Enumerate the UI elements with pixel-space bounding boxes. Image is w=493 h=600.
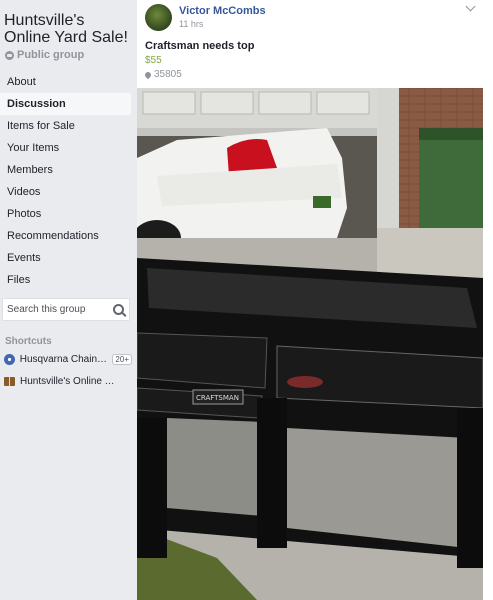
nav-item-items-for-sale[interactable]: Items for Sale	[0, 115, 131, 137]
post-timestamp[interactable]: 11 hrs	[179, 19, 203, 29]
item-location-text: 35805	[154, 69, 182, 80]
shortcut-item-husqvarna[interactable]: Husqvarna Chains... 20+	[4, 349, 132, 369]
nav-item-files[interactable]: Files	[0, 269, 131, 291]
search-icon[interactable]	[113, 304, 124, 315]
group-nav: About Discussion Items for Sale Your Ite…	[0, 71, 131, 291]
item-title: Craftsman needs top	[145, 40, 255, 52]
globe-icon	[5, 50, 14, 60]
nav-item-about[interactable]: About	[0, 71, 131, 93]
notification-badge: 20+	[112, 353, 132, 365]
group-icon	[4, 353, 15, 365]
shortcut-label: Husqvarna Chains...	[19, 353, 109, 365]
group-privacy: Public group	[5, 49, 84, 61]
avatar[interactable]	[145, 4, 172, 31]
chevron-down-icon[interactable]	[465, 1, 476, 12]
sale-post: Victor McCombs 11 hrs Craftsman needs to…	[137, 0, 483, 600]
nav-item-discussion[interactable]: Discussion	[0, 93, 131, 115]
nav-item-photos[interactable]: Photos	[0, 203, 131, 225]
book-icon	[4, 376, 15, 386]
nav-item-recommendations[interactable]: Recommendations	[0, 225, 131, 247]
group-sidebar: Huntsville's Online Yard Sale! Public gr…	[0, 0, 137, 600]
nav-item-videos[interactable]: Videos	[0, 181, 131, 203]
group-privacy-label: Public group	[17, 49, 85, 61]
shortcut-label: Huntsville's Online Yard...	[20, 375, 117, 387]
post-header: Victor McCombs 11 hrs Craftsman needs to…	[137, 0, 483, 88]
shortcuts-heading: Shortcuts	[5, 336, 52, 347]
nav-item-your-items[interactable]: Your Items	[0, 137, 131, 159]
shortcut-item-huntsville[interactable]: Huntsville's Online Yard...	[4, 371, 132, 391]
item-location: 35805	[143, 69, 182, 80]
item-photo-image: CRAFTSMAN	[137, 88, 483, 600]
nav-item-members[interactable]: Members	[0, 159, 131, 181]
nav-item-events[interactable]: Events	[0, 247, 131, 269]
svg-text:CRAFTSMAN: CRAFTSMAN	[196, 394, 239, 402]
group-title[interactable]: Huntsville's Online Yard Sale!	[4, 12, 134, 46]
group-search-input[interactable]	[3, 299, 107, 320]
location-pin-icon	[143, 70, 153, 79]
item-price: $55	[145, 55, 162, 66]
group-search-box	[2, 298, 130, 321]
right-gutter	[483, 0, 493, 600]
item-photo[interactable]: CRAFTSMAN	[137, 88, 483, 600]
post-author[interactable]: Victor McCombs	[179, 5, 266, 17]
